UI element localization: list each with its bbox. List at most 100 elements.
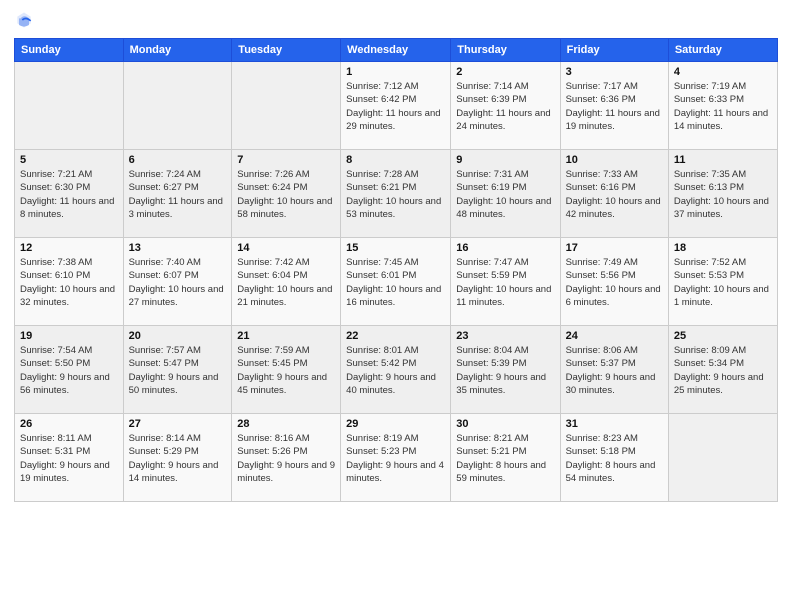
calendar-cell: 30Sunrise: 8:21 AMSunset: 5:21 PMDayligh… [451, 414, 560, 502]
week-row-5: 26Sunrise: 8:11 AMSunset: 5:31 PMDayligh… [15, 414, 778, 502]
weekday-header-tuesday: Tuesday [232, 39, 341, 62]
day-info: Sunrise: 7:24 AMSunset: 6:27 PMDaylight:… [129, 168, 227, 221]
day-info: Sunrise: 8:11 AMSunset: 5:31 PMDaylight:… [20, 432, 118, 485]
day-info: Sunrise: 8:23 AMSunset: 5:18 PMDaylight:… [566, 432, 663, 485]
day-number: 10 [566, 154, 663, 166]
weekday-header-friday: Friday [560, 39, 668, 62]
calendar-cell: 4 Sunrise: 7:19 AMSunset: 6:33 PMDaylight… [668, 62, 777, 150]
calendar-cell: 9Sunrise: 7:31 AMSunset: 6:19 PMDaylight… [451, 150, 560, 238]
day-info: Sunrise: 7:45 AMSunset: 6:01 PMDaylight:… [346, 256, 445, 309]
logo [14, 10, 38, 30]
calendar-cell: 12 Sunrise: 7:38 AMSunset: 6:10 PMDayligh… [15, 238, 124, 326]
day-number: 21 [237, 330, 335, 342]
day-info: Sunrise: 7:19 AMSunset: 6:33 PMDaylight:… [674, 80, 772, 133]
calendar-cell [15, 62, 124, 150]
calendar-cell [123, 62, 232, 150]
calendar-cell: 21 Sunrise: 7:59 AMSunset: 5:45 PMDayligh… [232, 326, 341, 414]
day-info: Sunrise: 7:21 AMSunset: 6:30 PMDaylight:… [20, 168, 118, 221]
calendar-cell: 14 Sunrise: 7:42 AMSunset: 6:04 PMDayligh… [232, 238, 341, 326]
day-number: 16 [456, 242, 554, 254]
day-number: 11 [674, 154, 772, 166]
day-info: Sunrise: 8:14 AMSunset: 5:29 PMDaylight:… [129, 432, 227, 485]
calendar-cell: 29 Sunrise: 8:19 AMSunset: 5:23 PMDayligh… [341, 414, 451, 502]
calendar-cell: 27Sunrise: 8:14 AMSunset: 5:29 PMDayligh… [123, 414, 232, 502]
day-info: Sunrise: 7:40 AMSunset: 6:07 PMDaylight:… [129, 256, 227, 309]
calendar-cell: 6 Sunrise: 7:24 AMSunset: 6:27 PMDaylight… [123, 150, 232, 238]
day-number: 30 [456, 418, 554, 430]
calendar-cell: 31 Sunrise: 8:23 AMSunset: 5:18 PMDayligh… [560, 414, 668, 502]
day-info: Sunrise: 8:19 AMSunset: 5:23 PMDaylight:… [346, 432, 445, 485]
day-info: Sunrise: 7:49 AMSunset: 5:56 PMDaylight:… [566, 256, 663, 309]
day-number: 19 [20, 330, 118, 342]
weekday-header-wednesday: Wednesday [341, 39, 451, 62]
day-number: 18 [674, 242, 772, 254]
day-number: 23 [456, 330, 554, 342]
calendar-cell: 16 Sunrise: 7:47 AMSunset: 5:59 PMDayligh… [451, 238, 560, 326]
day-info: Sunrise: 7:38 AMSunset: 6:10 PMDaylight:… [20, 256, 118, 309]
day-info: Sunrise: 7:42 AMSunset: 6:04 PMDaylight:… [237, 256, 335, 309]
day-number: 1 [346, 66, 445, 78]
calendar-cell: 19 Sunrise: 7:54 AMSunset: 5:50 PMDayligh… [15, 326, 124, 414]
day-info: Sunrise: 8:06 AMSunset: 5:37 PMDaylight:… [566, 344, 663, 397]
weekday-header-monday: Monday [123, 39, 232, 62]
day-info: Sunrise: 7:17 AMSunset: 6:36 PMDaylight:… [566, 80, 663, 133]
day-info: Sunrise: 7:47 AMSunset: 5:59 PMDaylight:… [456, 256, 554, 309]
calendar-cell: 5Sunrise: 7:21 AMSunset: 6:30 PMDaylight… [15, 150, 124, 238]
weekday-header-row: SundayMondayTuesdayWednesdayThursdayFrid… [15, 39, 778, 62]
day-info: Sunrise: 7:31 AMSunset: 6:19 PMDaylight:… [456, 168, 554, 221]
week-row-3: 12 Sunrise: 7:38 AMSunset: 6:10 PMDayligh… [15, 238, 778, 326]
day-number: 14 [237, 242, 335, 254]
logo-icon [14, 10, 34, 30]
weekday-header-saturday: Saturday [668, 39, 777, 62]
calendar-cell: 28Sunrise: 8:16 AMSunset: 5:26 PMDayligh… [232, 414, 341, 502]
calendar-cell: 23 Sunrise: 8:04 AMSunset: 5:39 PMDayligh… [451, 326, 560, 414]
calendar-cell: 26Sunrise: 8:11 AMSunset: 5:31 PMDayligh… [15, 414, 124, 502]
weekday-header-sunday: Sunday [15, 39, 124, 62]
day-info: Sunrise: 8:09 AMSunset: 5:34 PMDaylight:… [674, 344, 772, 397]
calendar-cell: 25 Sunrise: 8:09 AMSunset: 5:34 PMDayligh… [668, 326, 777, 414]
day-info: Sunrise: 8:16 AMSunset: 5:26 PMDaylight:… [237, 432, 335, 485]
header [14, 10, 778, 30]
calendar-cell: 22 Sunrise: 8:01 AMSunset: 5:42 PMDayligh… [341, 326, 451, 414]
calendar-cell: 15 Sunrise: 7:45 AMSunset: 6:01 PMDayligh… [341, 238, 451, 326]
day-number: 6 [129, 154, 227, 166]
calendar-cell: 17 Sunrise: 7:49 AMSunset: 5:56 PMDayligh… [560, 238, 668, 326]
day-info: Sunrise: 7:54 AMSunset: 5:50 PMDaylight:… [20, 344, 118, 397]
day-number: 7 [237, 154, 335, 166]
calendar-cell: 24Sunrise: 8:06 AMSunset: 5:37 PMDayligh… [560, 326, 668, 414]
day-info: Sunrise: 7:33 AMSunset: 6:16 PMDaylight:… [566, 168, 663, 221]
calendar-cell: 11Sunrise: 7:35 AMSunset: 6:13 PMDayligh… [668, 150, 777, 238]
calendar-table: SundayMondayTuesdayWednesdayThursdayFrid… [14, 38, 778, 502]
day-info: Sunrise: 7:59 AMSunset: 5:45 PMDaylight:… [237, 344, 335, 397]
day-number: 22 [346, 330, 445, 342]
day-number: 31 [566, 418, 663, 430]
calendar-cell: 1 Sunrise: 7:12 AMSunset: 6:42 PMDaylight… [341, 62, 451, 150]
week-row-4: 19 Sunrise: 7:54 AMSunset: 5:50 PMDayligh… [15, 326, 778, 414]
week-row-1: 1 Sunrise: 7:12 AMSunset: 6:42 PMDaylight… [15, 62, 778, 150]
day-number: 12 [20, 242, 118, 254]
calendar-cell: 2Sunrise: 7:14 AMSunset: 6:39 PMDaylight… [451, 62, 560, 150]
weekday-header-thursday: Thursday [451, 39, 560, 62]
calendar-cell: 10 Sunrise: 7:33 AMSunset: 6:16 PMDayligh… [560, 150, 668, 238]
day-info: Sunrise: 7:26 AMSunset: 6:24 PMDaylight:… [237, 168, 335, 221]
calendar-cell: 18Sunrise: 7:52 AMSunset: 5:53 PMDayligh… [668, 238, 777, 326]
day-info: Sunrise: 8:01 AMSunset: 5:42 PMDaylight:… [346, 344, 445, 397]
day-number: 4 [674, 66, 772, 78]
day-info: Sunrise: 7:14 AMSunset: 6:39 PMDaylight:… [456, 80, 554, 133]
calendar-container: SundayMondayTuesdayWednesdayThursdayFrid… [0, 0, 792, 612]
day-number: 29 [346, 418, 445, 430]
day-number: 3 [566, 66, 663, 78]
day-info: Sunrise: 7:57 AMSunset: 5:47 PMDaylight:… [129, 344, 227, 397]
day-number: 13 [129, 242, 227, 254]
day-info: Sunrise: 8:04 AMSunset: 5:39 PMDaylight:… [456, 344, 554, 397]
calendar-cell [232, 62, 341, 150]
day-number: 17 [566, 242, 663, 254]
day-number: 25 [674, 330, 772, 342]
day-info: Sunrise: 7:28 AMSunset: 6:21 PMDaylight:… [346, 168, 445, 221]
day-number: 15 [346, 242, 445, 254]
day-number: 20 [129, 330, 227, 342]
day-number: 8 [346, 154, 445, 166]
day-info: Sunrise: 7:12 AMSunset: 6:42 PMDaylight:… [346, 80, 445, 133]
week-row-2: 5Sunrise: 7:21 AMSunset: 6:30 PMDaylight… [15, 150, 778, 238]
calendar-cell: 13 Sunrise: 7:40 AMSunset: 6:07 PMDayligh… [123, 238, 232, 326]
